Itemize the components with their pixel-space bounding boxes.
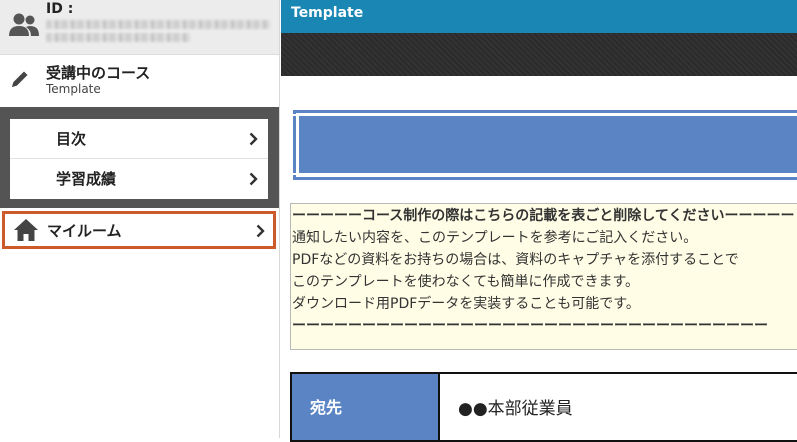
pencil-icon — [12, 71, 28, 87]
user-id-blurred — [46, 20, 270, 29]
recipient-table: 宛先 ●●本部従業員 — [290, 372, 797, 442]
user-name-blurred — [46, 33, 190, 42]
recipient-label: 宛先 — [310, 398, 343, 417]
chevron-right-icon — [249, 132, 258, 146]
banner-rule — [293, 114, 797, 116]
notice-line: ダウンロード用PDFデータを実装することも可能です。 — [292, 296, 640, 312]
menu-item-label: 目次 — [56, 130, 87, 148]
chevron-right-icon — [249, 172, 258, 186]
header-band — [281, 33, 797, 76]
course-name: Template — [46, 82, 101, 96]
user-info: ID : — [0, 0, 279, 55]
notice-line: ーーーーーーーーーーーーーーーーーーーーーーーーーーーーーーーーーー — [292, 318, 768, 334]
notice-line: 通知したい内容を、このテンプレートを参考にご記入ください。 — [292, 230, 698, 246]
notice-line: PDFなどの資料をお持ちの場合は、資料のキャプチャを添付することで — [292, 252, 739, 268]
myroom-label: マイルーム — [47, 222, 122, 240]
menu-item-label: 学習成績 — [56, 170, 117, 188]
course-heading: 受講中のコース — [46, 64, 151, 82]
menu-item-grades[interactable]: 学習成績 — [10, 159, 268, 199]
notice-line: ーーーーーコース制作の際はこちらの記載を表ごと削除してくださいーーーーー — [292, 208, 795, 224]
recipient-label-cell: 宛先 — [292, 374, 440, 440]
top-bar: Template — [281, 0, 797, 33]
recipient-value: ●●本部従業員 — [458, 399, 573, 419]
banner-rule — [293, 173, 797, 175]
myroom-link[interactable]: マイルーム — [2, 211, 276, 249]
users-icon — [9, 13, 39, 36]
menu-item-toc[interactable]: 目次 — [10, 119, 268, 159]
notice-line: このテンプレートを使わなくても簡単に作成できます。 — [292, 274, 640, 290]
chevron-right-icon — [256, 224, 265, 238]
template-notice: ーーーーーコース制作の際はこちらの記載を表ごと削除してくださいーーーーー 通知し… — [290, 203, 797, 350]
banner-rule — [297, 114, 299, 175]
user-id-label: ID : — [46, 1, 74, 17]
header-banner — [293, 110, 797, 180]
page-title: Template — [291, 5, 364, 21]
home-icon — [14, 219, 38, 241]
